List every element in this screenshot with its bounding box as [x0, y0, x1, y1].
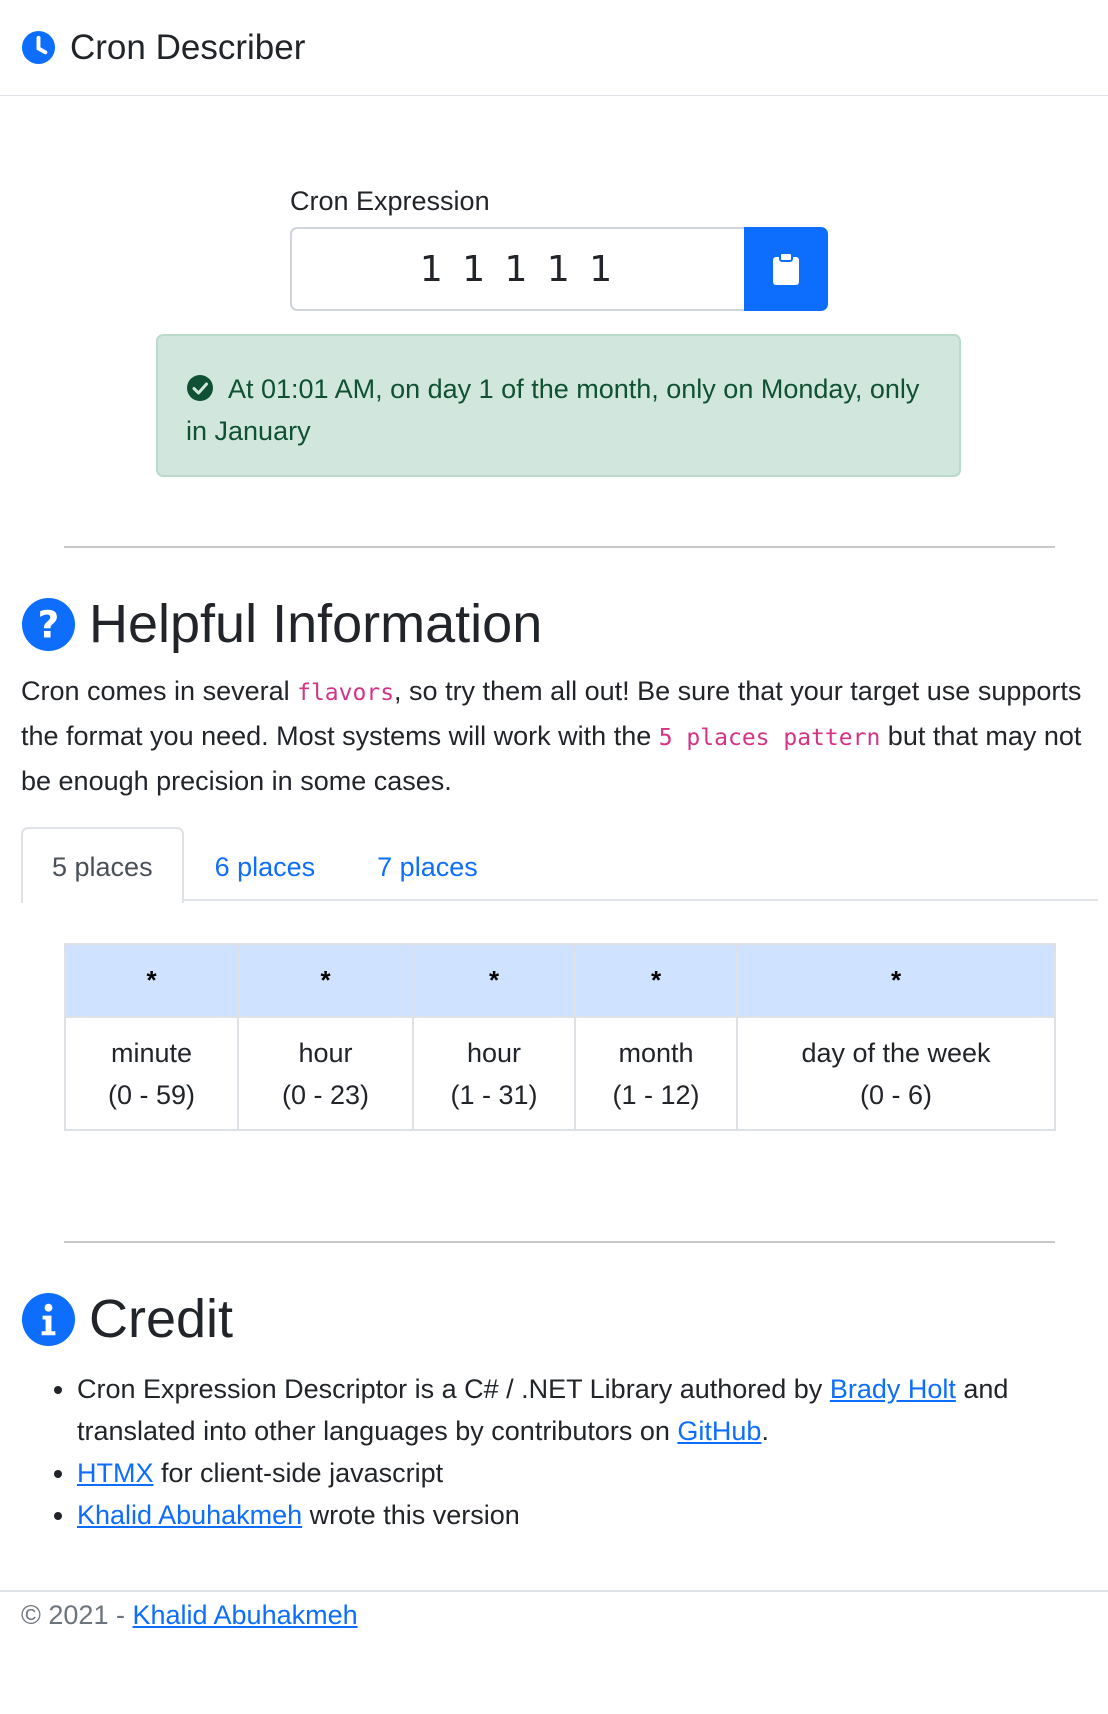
field-name: hour — [466, 1037, 522, 1068]
cron-expression-label: Cron Expression — [290, 186, 490, 216]
field-range: (0 - 59) — [107, 1079, 196, 1110]
divider — [64, 546, 1055, 548]
field-name: minute — [110, 1037, 193, 1068]
khalid-abuhakmeh-link[interactable]: Khalid Abuhakmeh — [77, 1500, 302, 1530]
table-header-cell: * — [412, 943, 576, 1018]
credit-text: wrote this version — [302, 1500, 520, 1530]
copy-button[interactable] — [744, 227, 828, 311]
intro-text-1: Cron comes in several — [21, 676, 298, 706]
credit-text: Cron Expression Descriptor is a C# / .NE… — [77, 1374, 830, 1404]
svg-text:?: ? — [38, 602, 60, 646]
info-circle-icon — [21, 1292, 76, 1346]
table-cell: hour (1 - 31) — [412, 1016, 576, 1131]
clipboard-icon — [773, 252, 799, 285]
cron-fields-table: * * * * * minute (0 - 59) hour (0 - 23) ho… — [64, 943, 1056, 1131]
table-cell: day of the week (0 - 6) — [736, 1016, 1056, 1131]
navbar: Cron Describer — [0, 0, 1108, 96]
brady-holt-link[interactable]: Brady Holt — [830, 1374, 956, 1404]
flavors-code: flavors — [297, 680, 395, 706]
table-header-row: * * * * * — [64, 943, 1056, 1018]
credit-text: for client-side javascript — [153, 1458, 444, 1488]
tab-7-places[interactable]: 7 places — [346, 827, 509, 901]
list-item: Khalid Abuhakmeh wrote this version — [77, 1494, 1101, 1536]
check-circle-icon — [187, 375, 213, 401]
divider — [64, 1241, 1055, 1243]
table-cell: minute (0 - 59) — [64, 1016, 239, 1131]
question-circle-icon: ? — [21, 597, 76, 651]
credit-heading: Credit — [21, 1288, 233, 1350]
list-item: Cron Expression Descriptor is a C# / .NE… — [77, 1368, 1101, 1452]
brand-link[interactable]: Cron Describer — [21, 28, 305, 68]
table-header-cell: * — [64, 943, 239, 1018]
field-range: (0 - 6) — [859, 1079, 932, 1110]
description-alert: At 01:01 AM, on day 1 of the month, only… — [156, 334, 961, 477]
table-cell: month (1 - 12) — [574, 1016, 738, 1131]
field-range: (1 - 12) — [612, 1079, 700, 1110]
tab-5-places[interactable]: 5 places — [21, 827, 184, 903]
tab-6-places[interactable]: 6 places — [184, 827, 347, 901]
htmx-link[interactable]: HTMX — [77, 1458, 154, 1488]
footer-author-link[interactable]: Khalid Abuhakmeh — [132, 1600, 357, 1630]
helpful-information-title: Helpful Information — [89, 594, 543, 654]
field-range: (0 - 23) — [281, 1079, 370, 1110]
cron-form: Cron Expression — [290, 186, 828, 311]
clock-icon — [21, 30, 56, 65]
footer: © 2021 - Khalid Abuhakmeh — [0, 1590, 1108, 1639]
github-link[interactable]: GitHub — [677, 1416, 761, 1446]
five-places-code: 5 places pattern — [658, 725, 881, 751]
field-name: hour — [298, 1037, 353, 1068]
places-tabs: 5 places 6 places 7 places — [21, 827, 1098, 903]
helpful-information-heading: ? Helpful Information — [21, 593, 542, 655]
description-text: At 01:01 AM, on day 1 of the month, only… — [186, 374, 920, 446]
table-header-cell: * — [237, 943, 414, 1018]
copyright-text: © 2021 - — [21, 1600, 133, 1630]
table-cell: hour (0 - 23) — [237, 1016, 414, 1131]
credits-list: Cron Expression Descriptor is a C# / .NE… — [21, 1368, 1101, 1536]
table-header-cell: * — [574, 943, 738, 1018]
table-header-cell: * — [736, 943, 1056, 1018]
cron-input-group — [290, 227, 828, 311]
table-row: minute (0 - 59) hour (0 - 23) hour (1 - 31)… — [64, 1016, 1056, 1131]
field-name: day of the week — [801, 1037, 991, 1068]
brand-name: Cron Describer — [70, 27, 306, 67]
helpful-information-text: Cron comes in several flavors, so try th… — [21, 670, 1101, 803]
field-range: (1 - 31) — [450, 1079, 538, 1110]
credit-title: Credit — [89, 1289, 234, 1349]
credit-text: . — [761, 1416, 769, 1446]
field-name: month — [618, 1037, 694, 1068]
list-item: HTMX for client-side javascript — [77, 1452, 1101, 1494]
cron-expression-input[interactable] — [290, 227, 744, 311]
